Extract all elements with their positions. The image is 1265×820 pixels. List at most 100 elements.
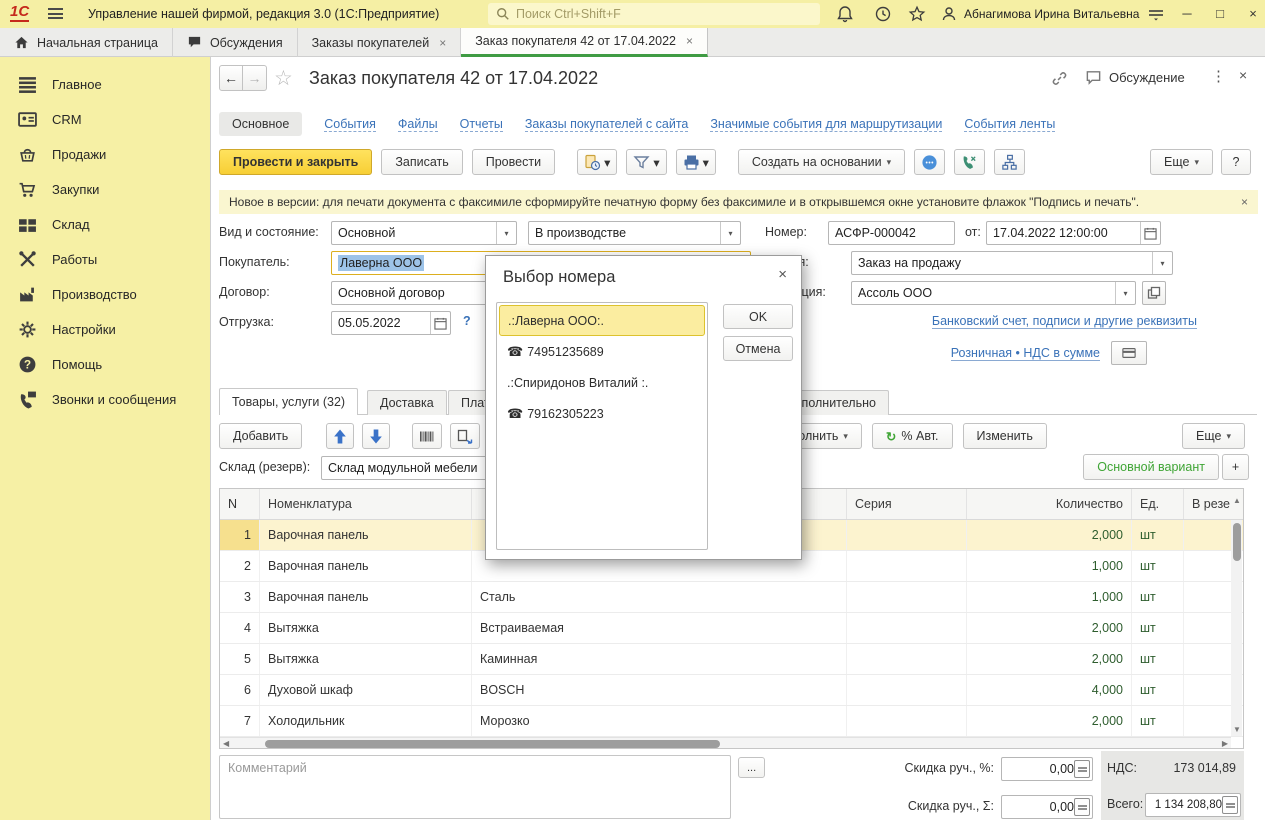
global-search-input[interactable]: Поиск Ctrl+Shift+F — [488, 3, 820, 25]
variant-button[interactable]: Основной вариант — [1083, 454, 1219, 480]
nav-tab-events[interactable]: События — [324, 117, 376, 132]
current-user-name[interactable]: Абнагимова Ирина Витальевна — [964, 7, 1139, 21]
bank-account-link[interactable]: Банковский счет, подписи и другие реквиз… — [932, 314, 1197, 329]
calculator-icon[interactable] — [1074, 760, 1090, 778]
shipment-help-icon[interactable]: ? — [463, 314, 471, 328]
discount-pct-input[interactable] — [1001, 757, 1093, 781]
tab-goods-services[interactable]: Товары, услуги (32) — [219, 388, 358, 415]
col-n[interactable]: N — [220, 489, 260, 519]
total-input[interactable] — [1145, 793, 1241, 817]
col-nomenclature[interactable]: Номенклатура — [260, 489, 472, 519]
add-variant-button[interactable]: + — [1222, 454, 1249, 480]
number-list-item[interactable]: .:Лаверна ООО:. — [499, 305, 705, 336]
calculator-icon[interactable] — [1074, 798, 1090, 816]
col-unit[interactable]: Ед. — [1132, 489, 1184, 519]
favorites-star-icon[interactable] — [908, 5, 926, 23]
scrollbar-thumb[interactable] — [1233, 523, 1241, 561]
pick-items-button[interactable] — [450, 423, 480, 449]
close-tab-icon[interactable]: × — [439, 36, 446, 50]
comment-input[interactable]: Комментарий — [219, 755, 731, 819]
table-row[interactable]: 5ВытяжкаКаминная2,000шт — [220, 644, 1243, 675]
nav-tab-reports[interactable]: Отчеты — [460, 117, 503, 132]
main-menu-icon[interactable] — [48, 8, 63, 19]
chevron-down-icon[interactable]: ▾ — [496, 222, 516, 244]
col-series[interactable]: Серия — [847, 489, 967, 519]
chevron-down-icon[interactable]: ▾ — [1115, 282, 1135, 304]
sidebar-item-sales[interactable]: Продажи — [0, 137, 210, 172]
number-input[interactable] — [828, 221, 955, 245]
sidebar-item-crm[interactable]: CRM — [0, 102, 210, 137]
scrollbar-thumb[interactable] — [265, 740, 720, 748]
sidebar-item-main[interactable]: Главное — [0, 67, 210, 102]
notifications-bell-icon[interactable] — [836, 5, 854, 23]
sidebar-item-works[interactable]: Работы — [0, 242, 210, 277]
chevron-down-icon[interactable]: ▾ — [720, 222, 740, 244]
minimize-button[interactable]: ─ — [1178, 6, 1196, 22]
add-row-button[interactable]: Добавить — [219, 423, 302, 449]
sidebar-item-production[interactable]: Производство — [0, 277, 210, 312]
maximize-button[interactable]: □ — [1211, 6, 1229, 22]
table-row[interactable]: 4ВытяжкаВстраиваемая2,000шт — [220, 613, 1243, 644]
calendar-icon[interactable] — [430, 312, 450, 334]
sidebar-item-warehouse[interactable]: Склад — [0, 207, 210, 242]
payment-card-button[interactable] — [1111, 341, 1147, 365]
comment-expand-button[interactable]: ... — [738, 757, 765, 778]
nav-tab-files[interactable]: Файлы — [398, 117, 438, 132]
sidebar-item-calls-messages[interactable]: Звонки и сообщения — [0, 382, 210, 417]
kebab-menu-icon[interactable]: ⋮ — [1211, 67, 1227, 85]
number-list-item[interactable]: 79162305223 — [499, 398, 705, 429]
favorite-star-icon[interactable]: ☆ — [274, 66, 293, 91]
scroll-up-icon[interactable]: ▲ — [1233, 496, 1241, 505]
table-vertical-scrollbar[interactable]: ▲ ▼ — [1231, 520, 1242, 736]
help-button[interactable]: ? — [1221, 149, 1251, 175]
table-row[interactable]: 7ХолодильникМорозко2,000шт — [220, 706, 1243, 737]
close-form-icon[interactable]: × — [1239, 67, 1247, 83]
scroll-down-icon[interactable]: ▼ — [1233, 725, 1241, 734]
col-reserve[interactable]: В резе — [1184, 489, 1232, 519]
send-message-button[interactable] — [914, 149, 945, 175]
post-button[interactable]: Провести — [472, 149, 555, 175]
org-structure-button[interactable] — [994, 149, 1025, 175]
close-window-button[interactable]: × — [1244, 6, 1262, 22]
operation-select[interactable]: ▾ — [851, 251, 1173, 275]
auto-discount-button[interactable]: ↻% Авт. — [872, 423, 953, 449]
calculator-icon[interactable] — [1222, 796, 1238, 814]
col-quantity[interactable]: Количество — [967, 489, 1132, 519]
close-dialog-icon[interactable]: × — [778, 266, 787, 283]
number-list-item[interactable]: 74951235689 — [499, 336, 705, 367]
tab-customer-orders[interactable]: Заказы покупателей × — [298, 28, 462, 57]
organization-select[interactable]: ▾ — [851, 281, 1136, 305]
tab-delivery[interactable]: Доставка — [367, 390, 447, 415]
move-up-button[interactable] — [326, 423, 354, 449]
filter-dropdown-button[interactable]: ▾ — [626, 149, 666, 175]
barcode-scan-button[interactable] — [412, 423, 442, 449]
write-button[interactable]: Записать — [381, 149, 462, 175]
doc-register-dropdown-button[interactable]: ▾ — [577, 149, 617, 175]
table-row[interactable]: 6Духовой шкафBOSCH4,000шт — [220, 675, 1243, 706]
price-type-vat-link[interactable]: Розничная • НДС в сумме — [951, 346, 1100, 361]
scroll-left-icon[interactable]: ◀ — [223, 739, 229, 748]
scroll-right-icon[interactable]: ▶ — [1222, 739, 1228, 748]
tab-discussions[interactable]: Обсуждения — [173, 28, 298, 57]
sidebar-item-purchases[interactable]: Закупки — [0, 172, 210, 207]
cancel-button[interactable]: Отмена — [723, 336, 793, 361]
move-down-button[interactable] — [362, 423, 390, 449]
nav-tab-feed-events[interactable]: События ленты — [964, 117, 1055, 132]
nav-tab-site-orders[interactable]: Заказы покупателей с сайта — [525, 117, 689, 132]
sidebar-item-help[interactable]: ? Помощь — [0, 347, 210, 382]
shipment-date-input[interactable] — [331, 311, 451, 335]
calendar-icon[interactable] — [1140, 222, 1160, 244]
call-button[interactable] — [954, 149, 985, 175]
nav-tab-routing-events[interactable]: Значимые события для маршрутизации — [710, 117, 942, 132]
user-icon[interactable] — [940, 5, 958, 23]
kind-select[interactable]: ▾ — [331, 221, 517, 245]
ok-button[interactable]: OK — [723, 304, 793, 329]
tab-current-order[interactable]: Заказ покупателя 42 от 17.04.2022 × — [461, 28, 708, 57]
number-list-item[interactable]: .:Спиридонов Виталий :. — [499, 367, 705, 398]
back-button[interactable]: ← — [219, 65, 243, 91]
open-organization-button[interactable] — [1142, 281, 1166, 305]
tab-home[interactable]: Начальная страница — [0, 28, 173, 57]
discussion-button[interactable]: Обсуждение — [1085, 69, 1185, 86]
change-button[interactable]: Изменить — [963, 423, 1047, 449]
more-button[interactable]: Еще▾ — [1150, 149, 1213, 175]
